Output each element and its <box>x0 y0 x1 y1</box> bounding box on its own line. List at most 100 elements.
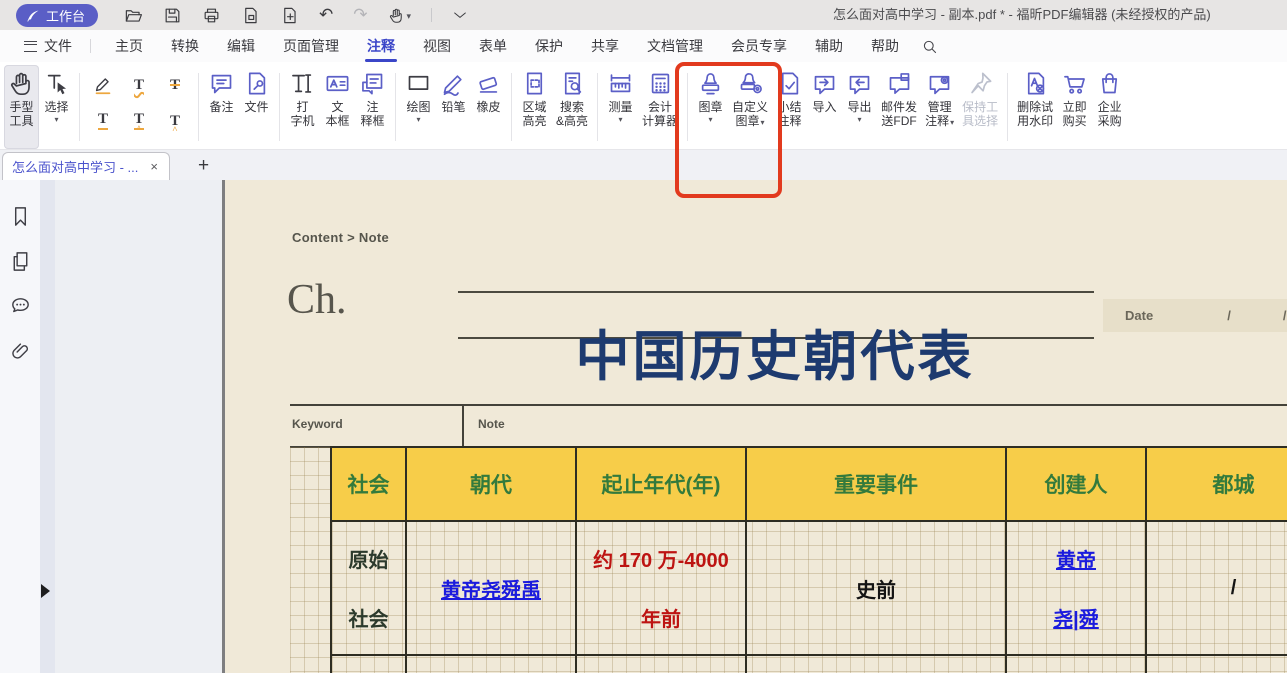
summary-comments-button[interactable]: 小结 注释 <box>772 65 807 149</box>
export-comments-button[interactable]: 导出 <box>842 65 877 149</box>
calculator-icon <box>647 70 674 97</box>
eraser-button[interactable]: 橡皮 <box>471 65 506 149</box>
squiggly-underline-tool-icon[interactable]: T <box>134 78 144 93</box>
founder-link-2[interactable]: 尧|舜 <box>1053 603 1099 632</box>
stamp-tools-group: 图章 自定义 图章 <box>693 65 772 149</box>
menu-document-management[interactable]: 文档管理 <box>633 30 717 62</box>
rail-strip <box>40 180 55 673</box>
undo-icon[interactable] <box>319 5 333 25</box>
tab-close-button[interactable]: × <box>148 159 160 174</box>
workspace-button[interactable]: 工作台 <box>16 4 98 27</box>
buy-now-button[interactable]: 立即 购买 <box>1057 65 1092 149</box>
table-cell-next-row <box>332 656 407 673</box>
foxit-pdf-editor-window: 工作台 怎么面对高中学习 - 副本.pdf * - 福昕PDF编辑器 (未经授权… <box>0 0 1287 673</box>
file-attachment-button[interactable]: 文件 <box>239 65 274 149</box>
export-label: 导出 <box>848 100 872 114</box>
import-comments-icon <box>811 70 838 97</box>
custom-stamp-button[interactable]: 自定义 图章 <box>728 65 772 149</box>
dynasty-link[interactable]: 黄帝尧舜禹 <box>441 574 541 603</box>
society-line2: 社会 <box>349 603 389 632</box>
table-header-founder: 创建人 <box>1007 448 1147 522</box>
document-tab[interactable]: 怎么面对高中学习 - ... × <box>2 152 170 180</box>
society-line1: 原始 <box>349 544 389 573</box>
summary-comments-icon <box>776 70 803 97</box>
date-label: Date <box>1125 308 1153 323</box>
founder-link-1[interactable]: 黄帝 <box>1056 544 1096 573</box>
measure-button[interactable]: 测量 <box>603 65 638 149</box>
collapse-toolbar-chevron-icon[interactable] <box>452 7 468 23</box>
note-comment-button[interactable]: 备注 <box>204 65 239 149</box>
new-tab-button[interactable]: + <box>192 152 215 180</box>
dropdown-caret-icon <box>44 114 68 124</box>
text-markup-tools: T T T T˄ T˄ <box>85 67 193 149</box>
callout-button[interactable]: 注 释框 <box>355 65 390 149</box>
column-divider <box>462 404 464 447</box>
enterprise-purchase-button[interactable]: 企业 采购 <box>1092 65 1127 149</box>
accounting-calculator-button[interactable]: 会计 计算器 <box>638 65 682 149</box>
quick-hand-tool-dropdown[interactable] <box>388 6 412 24</box>
highlight-tool-icon[interactable] <box>92 74 114 96</box>
menu-share[interactable]: 共享 <box>577 30 633 62</box>
calculator-label: 会计 计算器 <box>642 100 678 128</box>
print-icon[interactable] <box>202 6 221 25</box>
menu-protect[interactable]: 保护 <box>521 30 577 62</box>
toolbar-divider <box>198 73 199 141</box>
comments-icon[interactable] <box>9 295 32 318</box>
replace-text-tool-icon[interactable]: T˄ <box>134 112 144 130</box>
table-cell-next-row <box>407 656 577 673</box>
menu-view[interactable]: 视图 <box>409 30 465 62</box>
textbox-label: 文 本框 <box>325 100 349 128</box>
ruled-line <box>458 291 1094 293</box>
enterprise-bag-icon <box>1096 70 1123 97</box>
table-cell-founder: 黄帝 尧|舜 <box>1007 522 1147 656</box>
menu-edit[interactable]: 编辑 <box>213 30 269 62</box>
panel-expand-handle-icon[interactable] <box>41 584 50 598</box>
add-page-icon[interactable] <box>280 6 299 25</box>
menu-member-exclusive[interactable]: 会员专享 <box>717 30 801 62</box>
open-file-icon[interactable] <box>124 6 143 25</box>
date-field: Date / / <box>1103 299 1287 332</box>
pencil-button[interactable]: 铅笔 <box>436 65 471 149</box>
typewriter-button[interactable]: 打 字机 <box>285 65 320 149</box>
textbox-button[interactable]: 文 本框 <box>320 65 355 149</box>
menu-help[interactable]: 帮助 <box>857 30 913 62</box>
manage-comments-button[interactable]: 管理 注释 <box>921 65 958 149</box>
stamp-button[interactable]: 图章 <box>693 65 728 149</box>
draw-shape-button[interactable]: 绘图 <box>401 65 436 149</box>
menu-page-management[interactable]: 页面管理 <box>269 30 353 62</box>
hand-tool-button[interactable]: 手型 工具 <box>4 65 39 149</box>
menu-form[interactable]: 表单 <box>465 30 521 62</box>
save-icon[interactable] <box>163 6 182 25</box>
table-cell-events: 史前 <box>747 522 1007 656</box>
select-tool-button[interactable]: 选择 <box>39 65 74 149</box>
pages-icon[interactable] <box>9 250 32 273</box>
menu-accessibility[interactable]: 辅助 <box>801 30 857 62</box>
search-highlight-button[interactable]: 搜索 &高亮 <box>552 65 592 149</box>
attachment-icon[interactable] <box>9 340 32 363</box>
menu-home[interactable]: 主页 <box>101 30 157 62</box>
import-comments-button[interactable]: 导入 <box>807 65 842 149</box>
measure-icon <box>607 70 634 97</box>
search-icon[interactable] <box>921 38 938 55</box>
area-highlight-icon <box>521 70 548 97</box>
bookmark-icon[interactable] <box>9 205 32 228</box>
buy-now-label: 立即 购买 <box>1063 100 1087 128</box>
insert-text-tool-icon[interactable]: T˄ <box>170 114 180 129</box>
email-fdf-label: 邮件发 送FDF <box>881 100 917 128</box>
underline-tool-icon[interactable]: T <box>98 112 108 130</box>
quill-icon <box>26 8 41 23</box>
email-fdf-button[interactable]: 邮件发 送FDF <box>877 65 921 149</box>
toolbar-divider <box>597 73 598 141</box>
toolbar-divider <box>279 73 280 141</box>
remove-trial-watermark-button[interactable]: 删除试 用水印 <box>1013 65 1057 149</box>
typewriter-icon <box>289 70 316 97</box>
menu-comment[interactable]: 注释 <box>353 30 409 62</box>
extract-page-icon[interactable] <box>241 6 260 25</box>
menu-file[interactable]: 文件 <box>18 36 78 56</box>
menu-convert[interactable]: 转换 <box>157 30 213 62</box>
table-cell-dynasty: 黄帝尧舜禹 <box>407 522 577 656</box>
stamp-label: 图章 <box>699 100 723 114</box>
area-highlight-button[interactable]: 区域 高亮 <box>517 65 552 149</box>
dropdown-caret-icon <box>760 114 765 128</box>
strikeout-tool-icon[interactable]: T <box>170 78 180 93</box>
